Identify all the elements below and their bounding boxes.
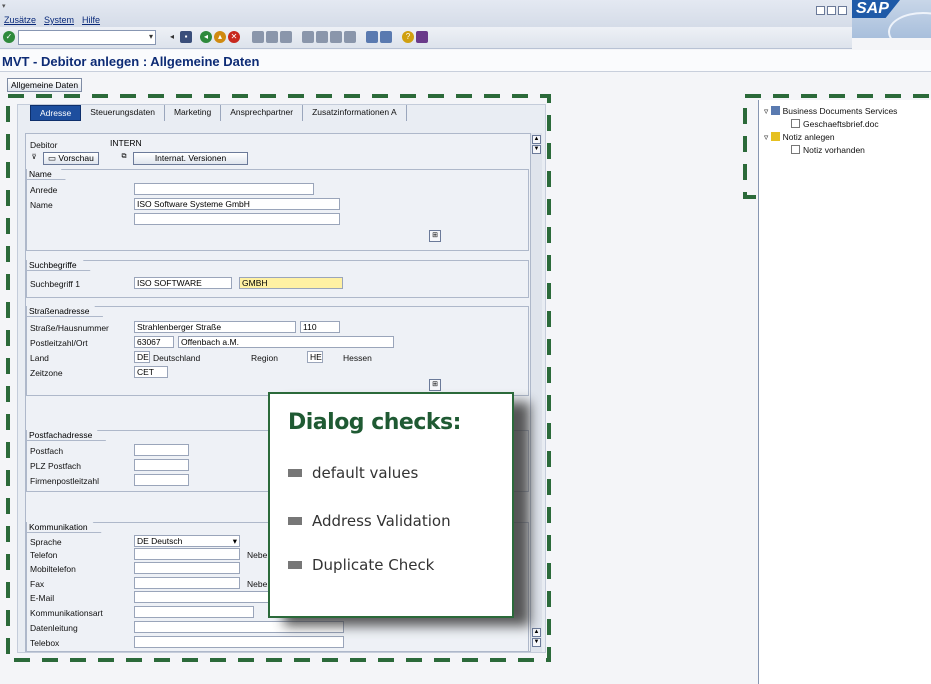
tree-leaf-notiz-label: Notiz vorhanden: [803, 145, 865, 155]
callout-item-text: Duplicate Check: [312, 556, 435, 574]
callout-item: Address Validation: [288, 512, 451, 530]
tree-node-bds[interactable]: ▿ Business Documents Services: [764, 106, 897, 117]
callout-item: Duplicate Check: [288, 556, 434, 574]
bullet-icon: [288, 561, 302, 569]
collapse-icon-2[interactable]: ▿: [764, 132, 771, 142]
tree-leaf-notiz[interactable]: Notiz vorhanden: [791, 145, 865, 155]
tree-leaf-brief[interactable]: Geschaeftsbrief.doc: [791, 119, 879, 129]
callout-title: Dialog checks:: [288, 410, 461, 435]
tree-leaf-brief-label: Geschaeftsbrief.doc: [803, 119, 879, 129]
tree-node-notiz[interactable]: ▿ Notiz anlegen: [764, 132, 835, 143]
dialog-checks-callout: Dialog checks: default values Address Va…: [268, 392, 514, 618]
services-icon: [770, 106, 780, 115]
callout-item-text: Address Validation: [312, 512, 451, 530]
tree-node-notiz-label: Notiz anlegen: [782, 132, 835, 142]
services-panel: ▿ Business Documents Services Geschaefts…: [758, 100, 931, 684]
note-pen-icon: [770, 132, 780, 141]
bullet-icon: [288, 469, 302, 477]
callout-item-text: default values: [312, 464, 419, 482]
bullet-icon: [288, 517, 302, 525]
callout-item: default values: [288, 464, 418, 482]
collapse-icon[interactable]: ▿: [764, 106, 771, 116]
note-icon: [791, 145, 800, 154]
tree-node-bds-label: Business Documents Services: [782, 106, 898, 116]
document-icon: [791, 119, 800, 128]
